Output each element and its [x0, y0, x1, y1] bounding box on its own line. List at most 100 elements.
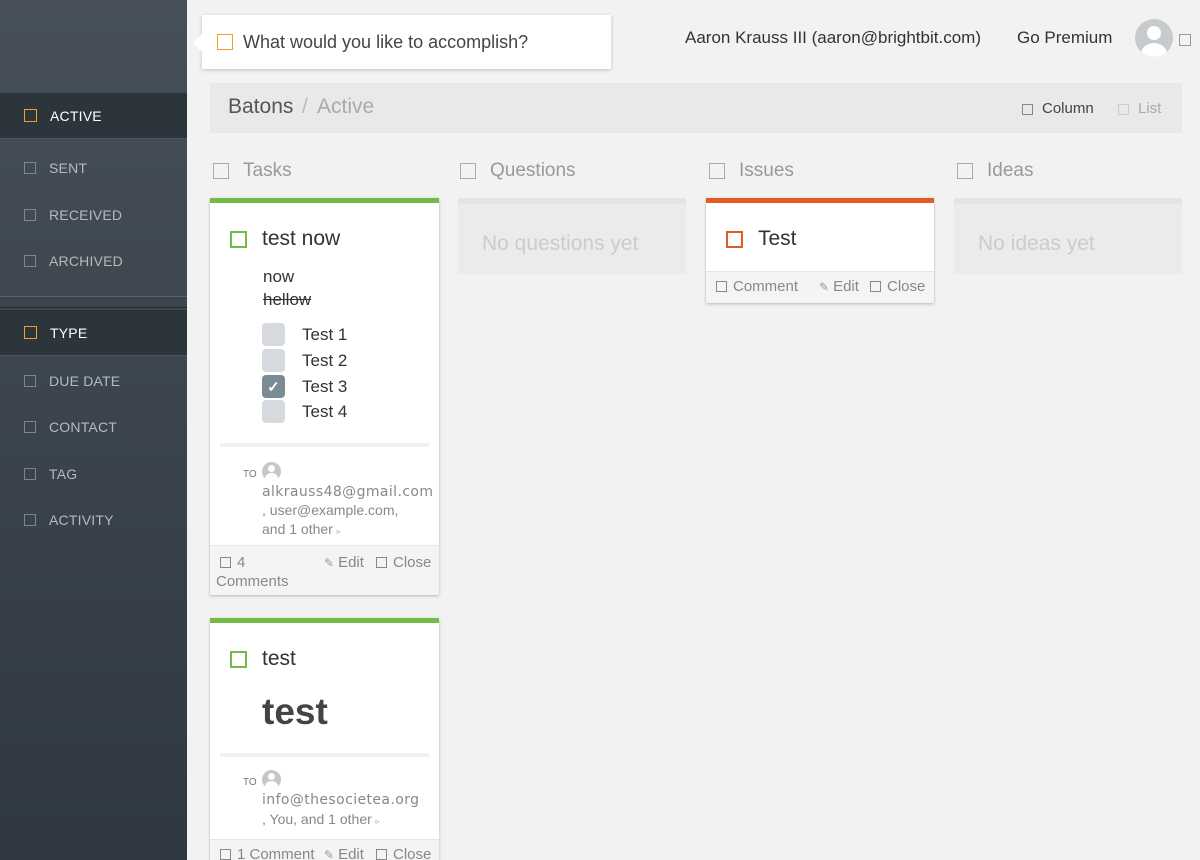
sidebar-item-due-date[interactable]: DUE DATE: [0, 357, 187, 404]
edit-button[interactable]: ✎ Edit: [324, 846, 364, 860]
checkbox-icon: [24, 467, 36, 480]
column-title: Tasks: [243, 160, 292, 181]
recipient-email[interactable]: alkrauss48@gmail.com: [262, 483, 433, 501]
comments-link[interactable]: 4: [220, 554, 245, 571]
issue-card[interactable]: Test Comment ✎ Edit Close: [706, 198, 934, 303]
checklist-item[interactable]: Test 2: [262, 349, 347, 372]
questions-icon: [460, 163, 476, 179]
sidebar-item-label: DUE DATE: [49, 372, 121, 389]
card-title[interactable]: test now: [230, 227, 340, 251]
account-menu-icon[interactable]: [1179, 34, 1191, 46]
column-header-ideas[interactable]: Ideas: [957, 160, 1033, 182]
card-footer: 4 Comments ✎ Edit Close: [210, 545, 439, 595]
column-title: Ideas: [987, 160, 1034, 181]
checklist-label: Test 4: [302, 401, 348, 421]
checkbox-icon[interactable]: [262, 323, 285, 346]
recipient-list: , user@example.com,: [262, 502, 399, 518]
checklist-label: Test 2: [302, 350, 348, 370]
card-title[interactable]: Test: [726, 227, 797, 251]
breadcrumb-bar: Batons / Active Column List: [210, 83, 1182, 133]
card-title-text: Test: [758, 227, 797, 250]
new-baton-input[interactable]: What would you like to accomplish?: [193, 15, 611, 69]
card-divider: [220, 443, 429, 447]
user-account-link[interactable]: Aaron Krauss III (aaron@brightbit.com): [685, 28, 981, 48]
column-view-label: Column: [1042, 100, 1094, 117]
recipient-email[interactable]: info@thesocietea.org: [262, 791, 419, 809]
recipient-more-text: and 1 other: [262, 521, 333, 537]
close-button[interactable]: Close: [376, 846, 431, 860]
close-icon: [376, 557, 387, 568]
close-label: Close: [393, 846, 432, 860]
task-card[interactable]: test test TO info@thesocietea.org , You,…: [210, 618, 439, 860]
checklist-item[interactable]: Test 1: [262, 323, 347, 346]
card-footer: 1 Comment ✎ Edit Close: [210, 839, 439, 860]
sidebar-item-type[interactable]: TYPE: [0, 309, 187, 356]
recipient-more-link[interactable]: , You, and 1 other ▹: [262, 810, 380, 831]
breadcrumb-current: Active: [317, 95, 375, 118]
breadcrumb-separator: /: [302, 95, 308, 118]
new-baton-placeholder: What would you like to accomplish?: [243, 31, 529, 52]
comment-icon: [716, 281, 727, 292]
sidebar-item-label: SENT: [49, 159, 88, 176]
recipient-more-link[interactable]: and 1 other ▹: [262, 520, 341, 541]
card-title-text: test now: [262, 227, 341, 250]
edit-label: Edit: [833, 278, 859, 295]
checkbox-icon: [24, 109, 37, 122]
sidebar-item-activity[interactable]: ACTIVITY: [0, 496, 187, 543]
sidebar-item-active[interactable]: ACTIVE: [0, 92, 187, 139]
sidebar-item-contact[interactable]: CONTACT: [0, 403, 187, 450]
ideas-empty-state: No ideas yet: [954, 198, 1182, 274]
user-avatar[interactable]: [1135, 19, 1173, 57]
edit-label: Edit: [338, 846, 364, 860]
sidebar-item-tag[interactable]: TAG: [0, 450, 187, 497]
recipient-avatar: [262, 770, 281, 789]
recipient-avatar: [262, 462, 281, 481]
checklist-label: Test 1: [302, 324, 348, 344]
questions-empty-state: No questions yet: [458, 198, 686, 274]
sidebar-item-sent[interactable]: SENT: [0, 144, 187, 191]
column-header-tasks[interactable]: Tasks: [213, 160, 292, 182]
comments-link[interactable]: 1 Comment: [220, 846, 315, 860]
sidebar: ACTIVE SENT RECEIVED ARCHIVED TYPE DUE D…: [0, 0, 187, 860]
checkbox-icon: [24, 513, 36, 526]
checkbox-icon[interactable]: [262, 400, 285, 423]
empty-message: No questions yet: [482, 232, 639, 255]
pencil-icon: ✎: [324, 847, 335, 860]
pencil-icon: ✎: [324, 555, 335, 570]
checklist-item[interactable]: Test 4: [262, 400, 347, 423]
card-divider: [220, 753, 429, 757]
checkbox-icon: [24, 208, 36, 221]
close-button[interactable]: Close: [870, 278, 925, 295]
issues-icon: [709, 163, 725, 179]
edit-button[interactable]: ✎ Edit: [324, 554, 364, 571]
sidebar-item-received[interactable]: RECEIVED: [0, 191, 187, 238]
card-footer: Comment ✎ Edit Close: [706, 271, 934, 303]
expand-arrow-icon: ▹: [336, 527, 341, 536]
close-icon: [870, 281, 881, 292]
breadcrumb-root[interactable]: Batons: [228, 95, 293, 119]
column-view-button[interactable]: Column: [1022, 100, 1094, 117]
ideas-icon: [957, 163, 973, 179]
checkbox-icon: [24, 374, 36, 387]
close-button[interactable]: Close: [376, 554, 431, 571]
sidebar-item-archived[interactable]: ARCHIVED: [0, 237, 187, 284]
edit-button[interactable]: ✎ Edit: [819, 278, 859, 295]
comment-icon: [220, 557, 231, 568]
go-premium-link[interactable]: Go Premium: [1017, 28, 1112, 48]
column-header-issues[interactable]: Issues: [709, 160, 794, 182]
task-card[interactable]: test now now hellow Test 1 Test 2 ✓ Test…: [210, 198, 439, 595]
column-header-questions[interactable]: Questions: [460, 160, 576, 182]
comments-label[interactable]: Comments: [216, 573, 289, 590]
card-title[interactable]: test: [230, 647, 296, 671]
column-title: Questions: [490, 160, 576, 181]
list-view-button[interactable]: List: [1118, 100, 1161, 117]
recipient-more-text: , You, and 1 other: [262, 811, 372, 827]
list-view-label: List: [1138, 100, 1162, 117]
checklist-item[interactable]: ✓ Test 3: [262, 375, 347, 398]
checkbox-icon[interactable]: [262, 349, 285, 372]
checkbox-icon: [24, 420, 36, 433]
comment-button[interactable]: Comment: [716, 278, 798, 295]
sidebar-divider: [0, 296, 187, 308]
comment-icon: [220, 849, 231, 860]
checkmark-icon[interactable]: ✓: [262, 375, 285, 398]
